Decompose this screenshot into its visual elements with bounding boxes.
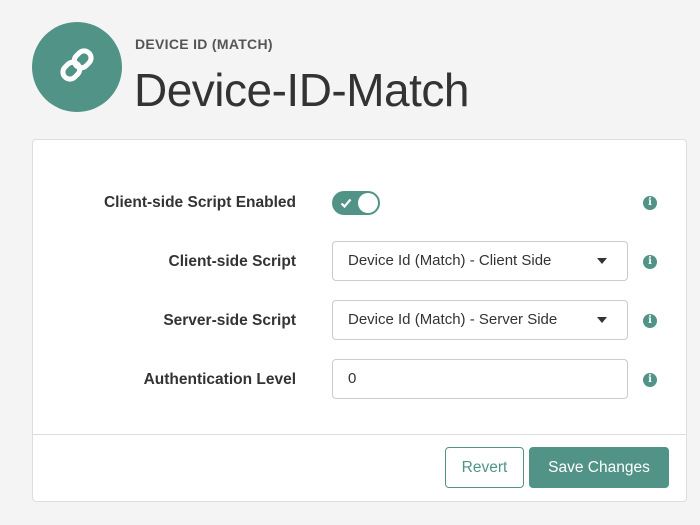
revert-button[interactable]: Revert <box>445 447 524 488</box>
client-script-enabled-label: Client-side Script Enabled <box>103 194 296 211</box>
row-client-script: Client-side Script Device Id (Match) - C… <box>33 241 686 283</box>
save-changes-button[interactable]: Save Changes <box>529 447 669 488</box>
card-footer: Revert Save Changes <box>33 434 686 501</box>
caret-down-icon <box>597 317 607 323</box>
info-icon[interactable]: i <box>643 255 657 269</box>
page-title: Device-ID-Match <box>134 64 470 116</box>
toggle-knob <box>358 193 378 213</box>
settings-card: Client-side Script Enabled i Client-side… <box>32 139 687 502</box>
link-icon <box>55 43 99 92</box>
client-script-select[interactable]: Device Id (Match) - Client Side <box>332 241 628 281</box>
info-icon[interactable]: i <box>643 373 657 387</box>
row-client-script-enabled: Client-side Script Enabled i <box>33 182 686 224</box>
row-auth-level: Authentication Level 0 i <box>33 359 686 401</box>
client-script-value: Device Id (Match) - Client Side <box>348 252 552 269</box>
server-script-label: Server-side Script <box>163 312 296 329</box>
auth-level-label: Authentication Level <box>143 371 296 388</box>
info-icon[interactable]: i <box>643 196 657 210</box>
page-header: DEVICE ID (MATCH) Device-ID-Match <box>32 22 700 116</box>
server-script-value: Device Id (Match) - Server Side <box>348 311 558 328</box>
caret-down-icon <box>597 258 607 264</box>
node-avatar <box>32 22 122 112</box>
server-script-select[interactable]: Device Id (Match) - Server Side <box>332 300 628 340</box>
info-icon[interactable]: i <box>643 314 657 328</box>
check-icon <box>340 196 352 214</box>
client-script-label: Client-side Script <box>168 253 296 270</box>
row-server-script: Server-side Script Device Id (Match) - S… <box>33 300 686 342</box>
client-script-enabled-toggle[interactable] <box>332 191 380 215</box>
node-type-label: DEVICE ID (MATCH) <box>135 36 273 52</box>
auth-level-input[interactable]: 0 <box>332 359 628 399</box>
